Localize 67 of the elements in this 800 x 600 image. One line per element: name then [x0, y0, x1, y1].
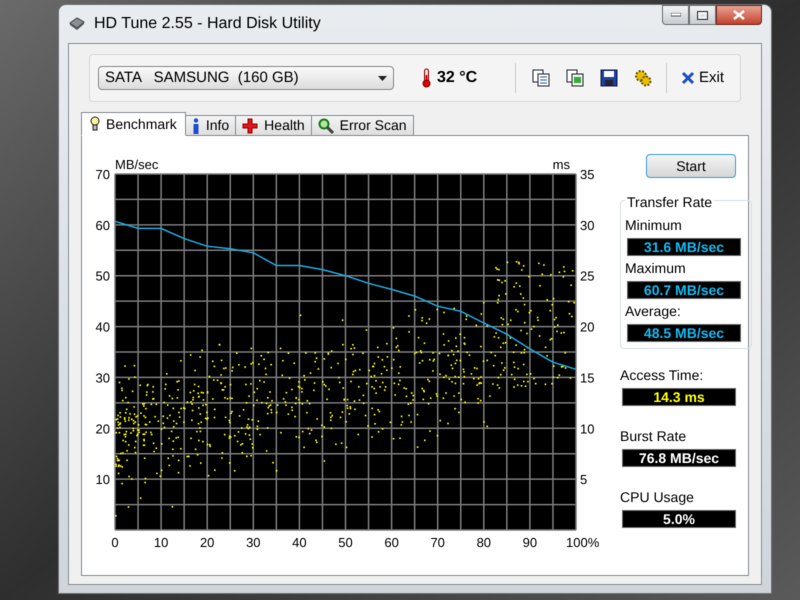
- stat-label: Average:: [625, 302, 682, 321]
- magnifier-icon: [318, 118, 334, 134]
- reading-label: Access Time:: [620, 366, 704, 385]
- cross-icon: [242, 118, 258, 134]
- y-axis-label: 30: [580, 218, 594, 233]
- x-mark-icon: [680, 71, 695, 85]
- minimize-button[interactable]: [662, 5, 689, 25]
- y-axis-label: 15: [580, 370, 594, 386]
- minimize-icon: [670, 13, 680, 17]
- y-axis-label: 20: [580, 320, 594, 335]
- copy-all-button[interactable]: [564, 67, 586, 89]
- y-axis-label: 30: [96, 370, 110, 386]
- stat-label: Minimum: [625, 216, 683, 235]
- tab[interactable]: Error Scan: [310, 115, 414, 136]
- info-icon: [192, 118, 200, 134]
- documents-icon: [566, 69, 584, 87]
- y-axis-label: 35: [580, 167, 594, 182]
- y-axis-label: 5: [580, 472, 588, 488]
- x-axis-label: 60: [384, 535, 399, 550]
- y-axis-label: 40: [96, 320, 110, 335]
- y-axis-label: 10: [580, 421, 594, 436]
- dropdown-arrow-icon: [378, 76, 387, 80]
- x-axis-label: 0: [111, 535, 119, 550]
- stat-label: Maximum: [625, 259, 687, 278]
- gears-icon: [634, 69, 652, 87]
- maximize-button[interactable]: [689, 5, 716, 25]
- value-display: 76.8 MB/sec: [622, 449, 736, 467]
- close-button[interactable]: [716, 5, 762, 25]
- drive-dropdown[interactable]: SATA SAMSUNG (160 GB): [98, 66, 394, 90]
- value-display: 5.0%: [622, 510, 736, 528]
- close-icon: [733, 10, 745, 20]
- x-axis-label: 20: [200, 535, 214, 550]
- x-axis-label: 100%: [566, 535, 600, 550]
- axis-title: MB/sec: [115, 157, 158, 172]
- value-display: 60.7 MB/sec: [627, 281, 741, 299]
- save-button[interactable]: [598, 67, 620, 89]
- x-axis-label: 10: [154, 535, 168, 550]
- y-axis-label: 25: [580, 268, 594, 284]
- value-display: 31.6 MB/sec: [627, 238, 741, 256]
- documents-icon: [532, 69, 550, 87]
- start-button[interactable]: Start: [646, 154, 736, 178]
- reading-label: Burst Rate: [620, 427, 688, 446]
- copy-button[interactable]: [530, 67, 552, 89]
- reading-label: CPU Usage: [620, 488, 695, 507]
- x-axis-label: 30: [246, 535, 261, 550]
- x-axis-label: 50: [338, 535, 353, 550]
- value-display: 48.5 MB/sec: [627, 324, 741, 342]
- y-axis-label: 50: [96, 268, 110, 284]
- tab[interactable]: Benchmark: [81, 112, 186, 136]
- exit-button[interactable]: Exit: [680, 66, 724, 90]
- y-axis-label: 60: [96, 218, 110, 233]
- x-axis-label: 40: [292, 535, 307, 550]
- value-display: 14.3 ms: [622, 388, 736, 406]
- maximize-icon: [697, 10, 708, 20]
- y-axis-label: 70: [96, 167, 110, 182]
- window-title: HD Tune 2.55 - Hard Disk Utility: [94, 14, 321, 34]
- temperature-reading: 32 °C: [437, 68, 478, 88]
- tab[interactable]: Health: [235, 115, 312, 136]
- y-axis-label: 20: [96, 421, 110, 436]
- y-axis-label: 10: [96, 472, 110, 488]
- tab[interactable]: Info: [184, 115, 236, 136]
- x-axis-label: 70: [430, 535, 445, 550]
- axis-title: ms: [552, 157, 570, 172]
- x-axis-label: 90: [522, 535, 538, 550]
- thermometer-icon: [422, 68, 431, 88]
- light-bulb-icon: [90, 116, 100, 132]
- x-axis-label: 80: [476, 535, 492, 550]
